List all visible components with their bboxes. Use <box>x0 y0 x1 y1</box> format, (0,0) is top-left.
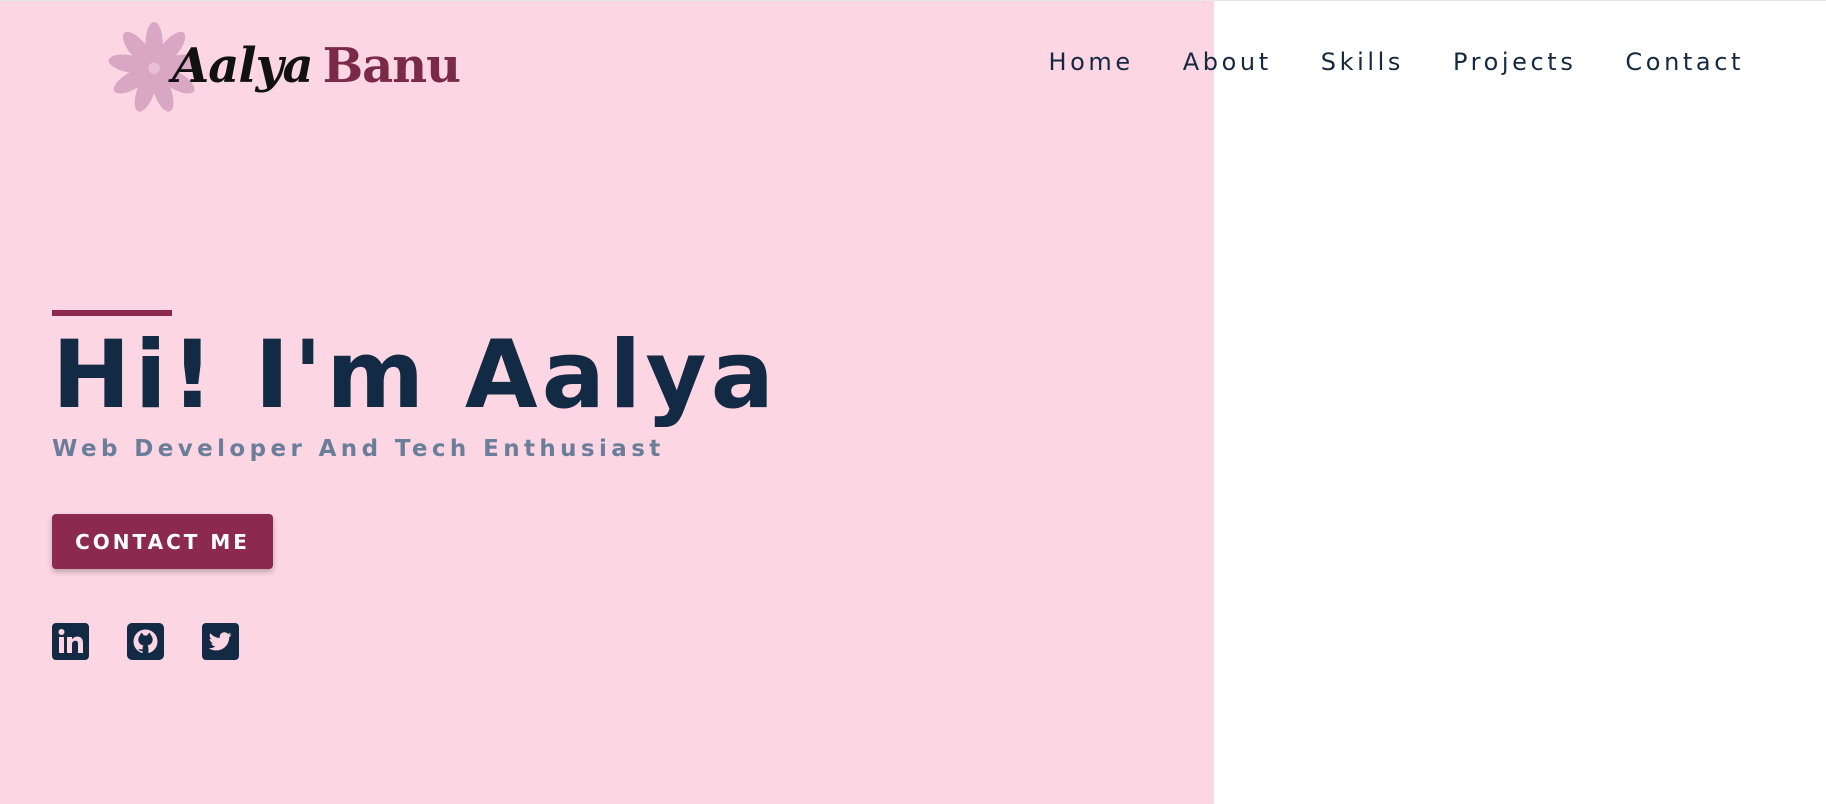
top-border <box>0 0 1826 1</box>
nav-link-skills[interactable]: Skills <box>1321 44 1404 80</box>
linkedin-icon <box>52 623 89 660</box>
nav-link-about[interactable]: About <box>1183 44 1272 80</box>
contact-me-button[interactable]: CONTACT ME <box>52 514 273 569</box>
site-logo[interactable]: Aalya Banu <box>108 22 461 118</box>
nav-item-projects: Projects <box>1453 44 1576 80</box>
hero-section: Hi! I'm Aalya Web Developer And Tech Ent… <box>52 310 1052 660</box>
nav-item-skills: Skills <box>1321 44 1404 80</box>
logo-first-name: Aalya <box>172 38 314 94</box>
nav-link-home[interactable]: Home <box>1049 44 1134 80</box>
nav-link-projects[interactable]: Projects <box>1453 44 1576 80</box>
social-links <box>52 623 239 660</box>
title-accent-bar <box>52 310 172 316</box>
main-nav: Home About Skills Projects Contact <box>1049 44 1745 80</box>
nav-item-contact: Contact <box>1625 44 1744 80</box>
linkedin-link[interactable] <box>52 623 89 660</box>
github-icon <box>127 623 164 660</box>
github-link[interactable] <box>127 623 164 660</box>
site-header: Aalya Banu Home About Skills Projects Con… <box>0 0 1826 130</box>
nav-item-home: Home <box>1049 44 1134 80</box>
twitter-link[interactable] <box>202 623 239 660</box>
hero-subtitle: Web Developer And Tech Enthusiast <box>52 436 665 462</box>
logo-last-name: Banu <box>322 38 461 94</box>
logo-text: Aalya Banu <box>172 34 461 98</box>
nav-item-about: About <box>1183 44 1272 80</box>
twitter-icon <box>202 623 239 660</box>
hero-title: Hi! I'm Aalya <box>52 321 779 430</box>
nav-link-contact[interactable]: Contact <box>1625 44 1744 80</box>
